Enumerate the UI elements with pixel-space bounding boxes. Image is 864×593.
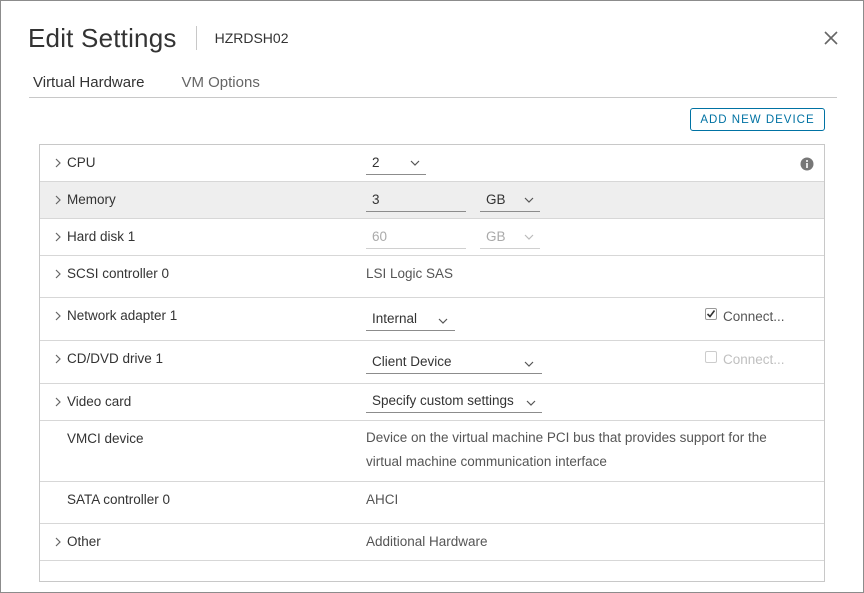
chevron-right-icon[interactable] <box>53 232 63 242</box>
video-card-select[interactable]: Specify custom settings <box>366 391 542 413</box>
scsi-controller-value: LSI Logic SAS <box>366 266 454 281</box>
network-value: Internal <box>372 311 418 326</box>
cpu-label: CPU <box>67 155 96 170</box>
checkbox-checked-icon <box>705 307 717 320</box>
chevron-right-icon[interactable] <box>53 354 63 364</box>
tab-vm-options[interactable]: VM Options <box>179 71 261 94</box>
other-value: Additional Hardware <box>366 534 488 549</box>
chevron-down-icon <box>524 361 534 367</box>
other-label: Other <box>67 534 101 549</box>
row-cd-dvd-drive: CD/DVD drive 1 Client Device Connect... <box>40 341 824 384</box>
vmci-device-description: Device on the virtual machine PCI bus th… <box>366 430 767 469</box>
chevron-down-icon <box>438 318 448 324</box>
hard-disk-label: Hard disk 1 <box>67 229 136 244</box>
dialog-title: Edit Settings <box>28 22 177 53</box>
cpu-select[interactable]: 2 <box>366 153 426 175</box>
memory-unit: GB <box>486 192 506 207</box>
add-new-device-button[interactable]: ADD NEW DEVICE <box>690 108 825 131</box>
memory-input[interactable]: 3 <box>366 190 466 212</box>
info-icon[interactable] <box>800 157 814 171</box>
chevron-right-icon[interactable] <box>53 397 63 407</box>
hardware-grid: CPU 2 Memory 3 GB Hard disk 1 60 GB SCSI… <box>39 144 825 582</box>
network-connect-checkbox[interactable]: Connect... <box>705 307 785 324</box>
video-card-label: Video card <box>67 394 132 409</box>
network-select[interactable]: Internal <box>366 309 455 331</box>
row-vmci-device: VMCI device Device on the virtual machin… <box>40 421 824 482</box>
row-scsi-controller: SCSI controller 0 LSI Logic SAS <box>40 256 824 298</box>
row-hard-disk: Hard disk 1 60 GB <box>40 219 824 256</box>
cd-dvd-connect-checkbox: Connect... <box>705 350 785 367</box>
tab-divider <box>29 97 837 98</box>
chevron-right-icon[interactable] <box>53 195 63 205</box>
row-memory: Memory 3 GB <box>40 182 824 219</box>
row-sata-controller: SATA controller 0 AHCI <box>40 482 824 524</box>
cd-dvd-value: Client Device <box>372 354 452 369</box>
chevron-right-icon[interactable] <box>53 311 63 321</box>
chevron-right-icon[interactable] <box>53 537 63 547</box>
cpu-value: 2 <box>372 155 380 170</box>
chevron-right-icon[interactable] <box>53 269 63 279</box>
chevron-right-icon[interactable] <box>53 158 63 168</box>
tab-bar: Virtual Hardware VM Options <box>31 71 295 94</box>
chevron-down-icon <box>410 160 420 166</box>
hard-disk-unit-select: GB <box>480 227 540 249</box>
vm-name: HZRDSH02 <box>214 30 289 46</box>
row-cpu: CPU 2 <box>40 145 824 182</box>
sata-controller-label: SATA controller 0 <box>67 492 171 507</box>
hard-disk-value: 60 <box>372 229 388 244</box>
hard-disk-size-input: 60 <box>366 227 466 249</box>
header-divider <box>195 26 197 50</box>
network-adapter-label: Network adapter 1 <box>67 308 178 323</box>
scsi-controller-label: SCSI controller 0 <box>67 266 170 281</box>
edit-settings-dialog: Edit Settings HZRDSH02 Virtual Hardware … <box>0 0 864 593</box>
chevron-down-icon <box>524 197 534 203</box>
row-other: Other Additional Hardware <box>40 524 824 561</box>
memory-value: 3 <box>372 192 380 207</box>
memory-unit-select[interactable]: GB <box>480 190 540 212</box>
sata-controller-value: AHCI <box>366 492 399 507</box>
checkbox-unchecked-icon <box>705 350 717 363</box>
tab-virtual-hardware[interactable]: Virtual Hardware <box>31 71 146 94</box>
network-connect-label: Connect... <box>723 309 785 324</box>
memory-label: Memory <box>67 192 116 207</box>
close-icon[interactable] <box>821 28 841 48</box>
cd-dvd-connect-label: Connect... <box>723 352 785 367</box>
vmci-device-label: VMCI device <box>67 431 144 446</box>
video-card-value: Specify custom settings <box>372 393 514 408</box>
row-video-card: Video card Specify custom settings <box>40 384 824 421</box>
row-network-adapter: Network adapter 1 Internal Connect... <box>40 298 824 341</box>
dialog-header: Edit Settings HZRDSH02 <box>28 21 288 55</box>
cd-dvd-drive-label: CD/DVD drive 1 <box>67 351 164 366</box>
cd-dvd-select[interactable]: Client Device <box>366 352 542 374</box>
hard-disk-unit: GB <box>486 229 506 244</box>
chevron-down-icon <box>526 400 536 406</box>
chevron-down-icon <box>524 234 534 240</box>
